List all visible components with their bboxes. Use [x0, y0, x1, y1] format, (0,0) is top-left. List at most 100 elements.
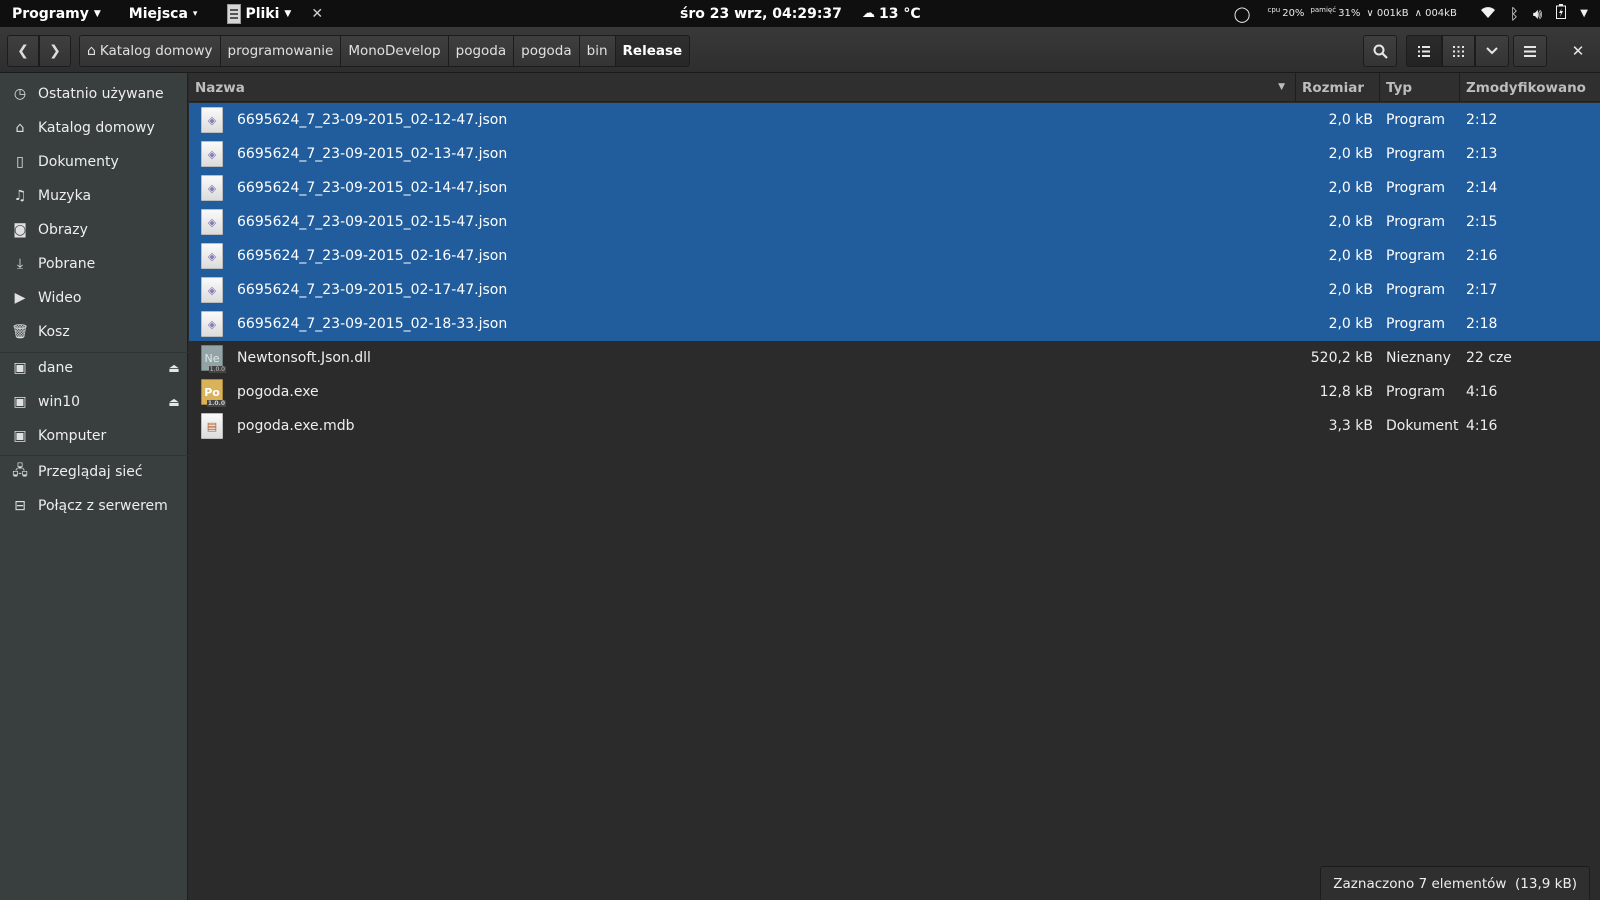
sidebar-item-connect-server[interactable]: ⊟ Połącz z serwerem: [0, 491, 188, 521]
column-header-label: Rozmiar: [1302, 79, 1364, 96]
breadcrumb: ⌂ Katalog domowy programowanie MonoDevel…: [79, 35, 691, 67]
app-menu-label: Pliki: [245, 5, 280, 22]
sidebar-item-home[interactable]: ⌂ Katalog domowy: [0, 113, 188, 143]
sidebar-item-videos[interactable]: ▶ Wideo: [0, 283, 188, 313]
file-name: 6695624_7_23-09-2015_02-12-47.json: [237, 112, 508, 128]
sidebar-item-win10[interactable]: ▣ win10 ⏏: [0, 387, 188, 417]
column-header-label: Nazwa: [195, 79, 245, 96]
document-icon: ▯: [16, 154, 24, 170]
close-icon: ✕: [1571, 42, 1585, 60]
grid-view-button[interactable]: [1442, 35, 1475, 67]
chevron-down-icon: [1486, 47, 1498, 55]
drive-icon: ▣: [13, 360, 27, 376]
file-row[interactable]: ◈ 6695624_7_23-09-2015_02-17-47.json 2,0…: [189, 273, 1600, 307]
sidebar-item-dane[interactable]: ▣ dane ⏏: [0, 353, 188, 383]
app-menu[interactable]: Pliki ▼: [221, 0, 297, 27]
breadcrumb-bin[interactable]: bin: [579, 36, 616, 66]
file-name: 6695624_7_23-09-2015_02-14-47.json: [237, 180, 508, 196]
programy-menu[interactable]: Programy ▼: [6, 0, 107, 27]
sidebar-item-label: Połącz z serwerem: [38, 498, 168, 514]
bluetooth-icon[interactable]: ᛒ: [1510, 5, 1519, 23]
breadcrumb-label: Katalog domowy: [99, 43, 213, 59]
wifi-icon[interactable]: [1480, 5, 1496, 23]
file-row[interactable]: Po 1.0.0 pogoda.exe 12,8 kB Program 4:16: [189, 375, 1600, 409]
json-file-icon: ◈: [201, 175, 223, 201]
volume-icon[interactable]: 🔊︎: [1533, 5, 1542, 23]
trash-icon: 🗑︎: [11, 324, 29, 340]
notification-icon[interactable]: ◯: [1234, 5, 1251, 23]
json-file-icon: ◈: [201, 277, 223, 303]
file-modified: 22 cze: [1466, 350, 1512, 366]
view-options-button[interactable]: [1475, 35, 1509, 67]
file-modified: 2:18: [1466, 316, 1498, 332]
file-size: 2,0 kB: [1328, 112, 1373, 128]
forward-button[interactable]: ❯: [39, 35, 71, 67]
breadcrumb-home[interactable]: ⌂ Katalog domowy: [80, 36, 221, 66]
file-type: Nieznany: [1386, 350, 1451, 366]
column-header-type[interactable]: Typ: [1380, 73, 1460, 102]
column-header-size[interactable]: Rozmiar: [1296, 73, 1380, 102]
download-icon: ⤓: [16, 256, 24, 272]
file-row[interactable]: ◈ 6695624_7_23-09-2015_02-18-33.json 2,0…: [189, 307, 1600, 341]
file-row[interactable]: ◈ 6695624_7_23-09-2015_02-14-47.json 2,0…: [189, 171, 1600, 205]
file-row[interactable]: ◈ 6695624_7_23-09-2015_02-16-47.json 2,0…: [189, 239, 1600, 273]
column-header-label: Typ: [1386, 79, 1413, 96]
music-icon: ♫: [13, 188, 27, 204]
net-up-value: ∧ 004kB: [1414, 8, 1457, 19]
sidebar-item-documents[interactable]: ▯ Dokumenty: [0, 147, 188, 177]
file-row[interactable]: Ne 1.0.0 Newtonsoft.Json.dll 520,2 kB Nie…: [189, 341, 1600, 375]
selection-status-label: Zaznaczono 7 elementów (13,9 kB): [1333, 875, 1577, 892]
file-row[interactable]: ▤ pogoda.exe.mdb 3,3 kB Dokument 4:16: [189, 409, 1600, 443]
sidebar-item-network[interactable]: 🖧︎ Przeglądaj sieć: [0, 457, 188, 487]
json-file-icon: ◈: [201, 243, 223, 269]
file-size: 3,3 kB: [1328, 418, 1373, 434]
miejsca-menu[interactable]: Miejsca ▾: [123, 0, 204, 27]
chevron-right-icon: ❯: [49, 43, 61, 59]
file-modified: 2:13: [1466, 146, 1498, 162]
system-tray: ◯ cpu 20% pamięć 31% ∨ 001kB ∧ 004kB ᛒ 🔊…: [1227, 0, 1600, 27]
file-row[interactable]: ◈ 6695624_7_23-09-2015_02-15-47.json 2,0…: [189, 205, 1600, 239]
clock-label: śro 23 wrz, 04:29:37: [680, 5, 842, 22]
sidebar-item-pictures[interactable]: ◙ Obrazy: [0, 215, 188, 245]
sidebar-item-music[interactable]: ♫ Muzyka: [0, 181, 188, 211]
breadcrumb-monodevelop[interactable]: MonoDevelop: [341, 36, 449, 66]
weather-indicator[interactable]: ☁ 13 °C: [862, 0, 921, 27]
sidebar-item-label: Wideo: [38, 290, 82, 306]
column-header-name[interactable]: Nazwa ▼: [189, 73, 1296, 102]
eject-icon[interactable]: ⏏: [160, 395, 188, 409]
file-row[interactable]: ◈ 6695624_7_23-09-2015_02-13-47.json 2,0…: [189, 137, 1600, 171]
sidebar-item-trash[interactable]: 🗑︎ Kosz: [0, 317, 188, 347]
chevron-down-icon[interactable]: ▼: [1580, 8, 1588, 19]
file-name: 6695624_7_23-09-2015_02-13-47.json: [237, 146, 508, 162]
column-header-modified[interactable]: Zmodyfikowano: [1460, 73, 1600, 102]
breadcrumb-pogoda[interactable]: pogoda: [448, 36, 515, 66]
eject-icon[interactable]: ⏏: [160, 361, 188, 375]
drive-icon: ▣: [13, 394, 27, 410]
clock[interactable]: śro 23 wrz, 04:29:37: [680, 0, 842, 27]
close-button[interactable]: ✕: [1562, 35, 1594, 67]
list-view-button[interactable]: [1406, 35, 1442, 67]
back-button[interactable]: ❮: [7, 35, 39, 67]
battery-icon[interactable]: [1556, 4, 1567, 23]
dll-file-icon-text: Ne: [204, 351, 220, 365]
chevron-down-icon: ▾: [192, 8, 198, 19]
list-view-icon: [1418, 45, 1430, 57]
system-monitor[interactable]: cpu 20% pamięć 31% ∨ 001kB ∧ 004kB: [1267, 6, 1460, 19]
file-size: 2,0 kB: [1328, 180, 1373, 196]
breadcrumb-pogoda-2[interactable]: pogoda: [514, 36, 580, 66]
sidebar-item-recent[interactable]: ◷ Ostatnio używane: [0, 79, 188, 109]
close-window-icon[interactable]: ✕: [305, 0, 329, 27]
sidebar-item-downloads[interactable]: ⤓ Pobrane: [0, 249, 188, 279]
file-row[interactable]: ◈ 6695624_7_23-09-2015_02-12-47.json 2,0…: [189, 103, 1600, 137]
file-type: Program: [1386, 282, 1446, 298]
json-file-icon: ◈: [201, 311, 223, 337]
breadcrumb-release[interactable]: Release: [615, 36, 690, 66]
file-modified: 2:17: [1466, 282, 1498, 298]
file-modified: 4:16: [1466, 384, 1498, 400]
app-menu-button[interactable]: [1513, 35, 1547, 67]
search-button[interactable]: [1363, 35, 1397, 67]
json-file-icon: ◈: [201, 107, 223, 133]
breadcrumb-programowanie[interactable]: programowanie: [220, 36, 342, 66]
sidebar-item-computer[interactable]: ▣ Komputer: [0, 421, 188, 451]
sidebar-item-label: Obrazy: [38, 222, 88, 238]
